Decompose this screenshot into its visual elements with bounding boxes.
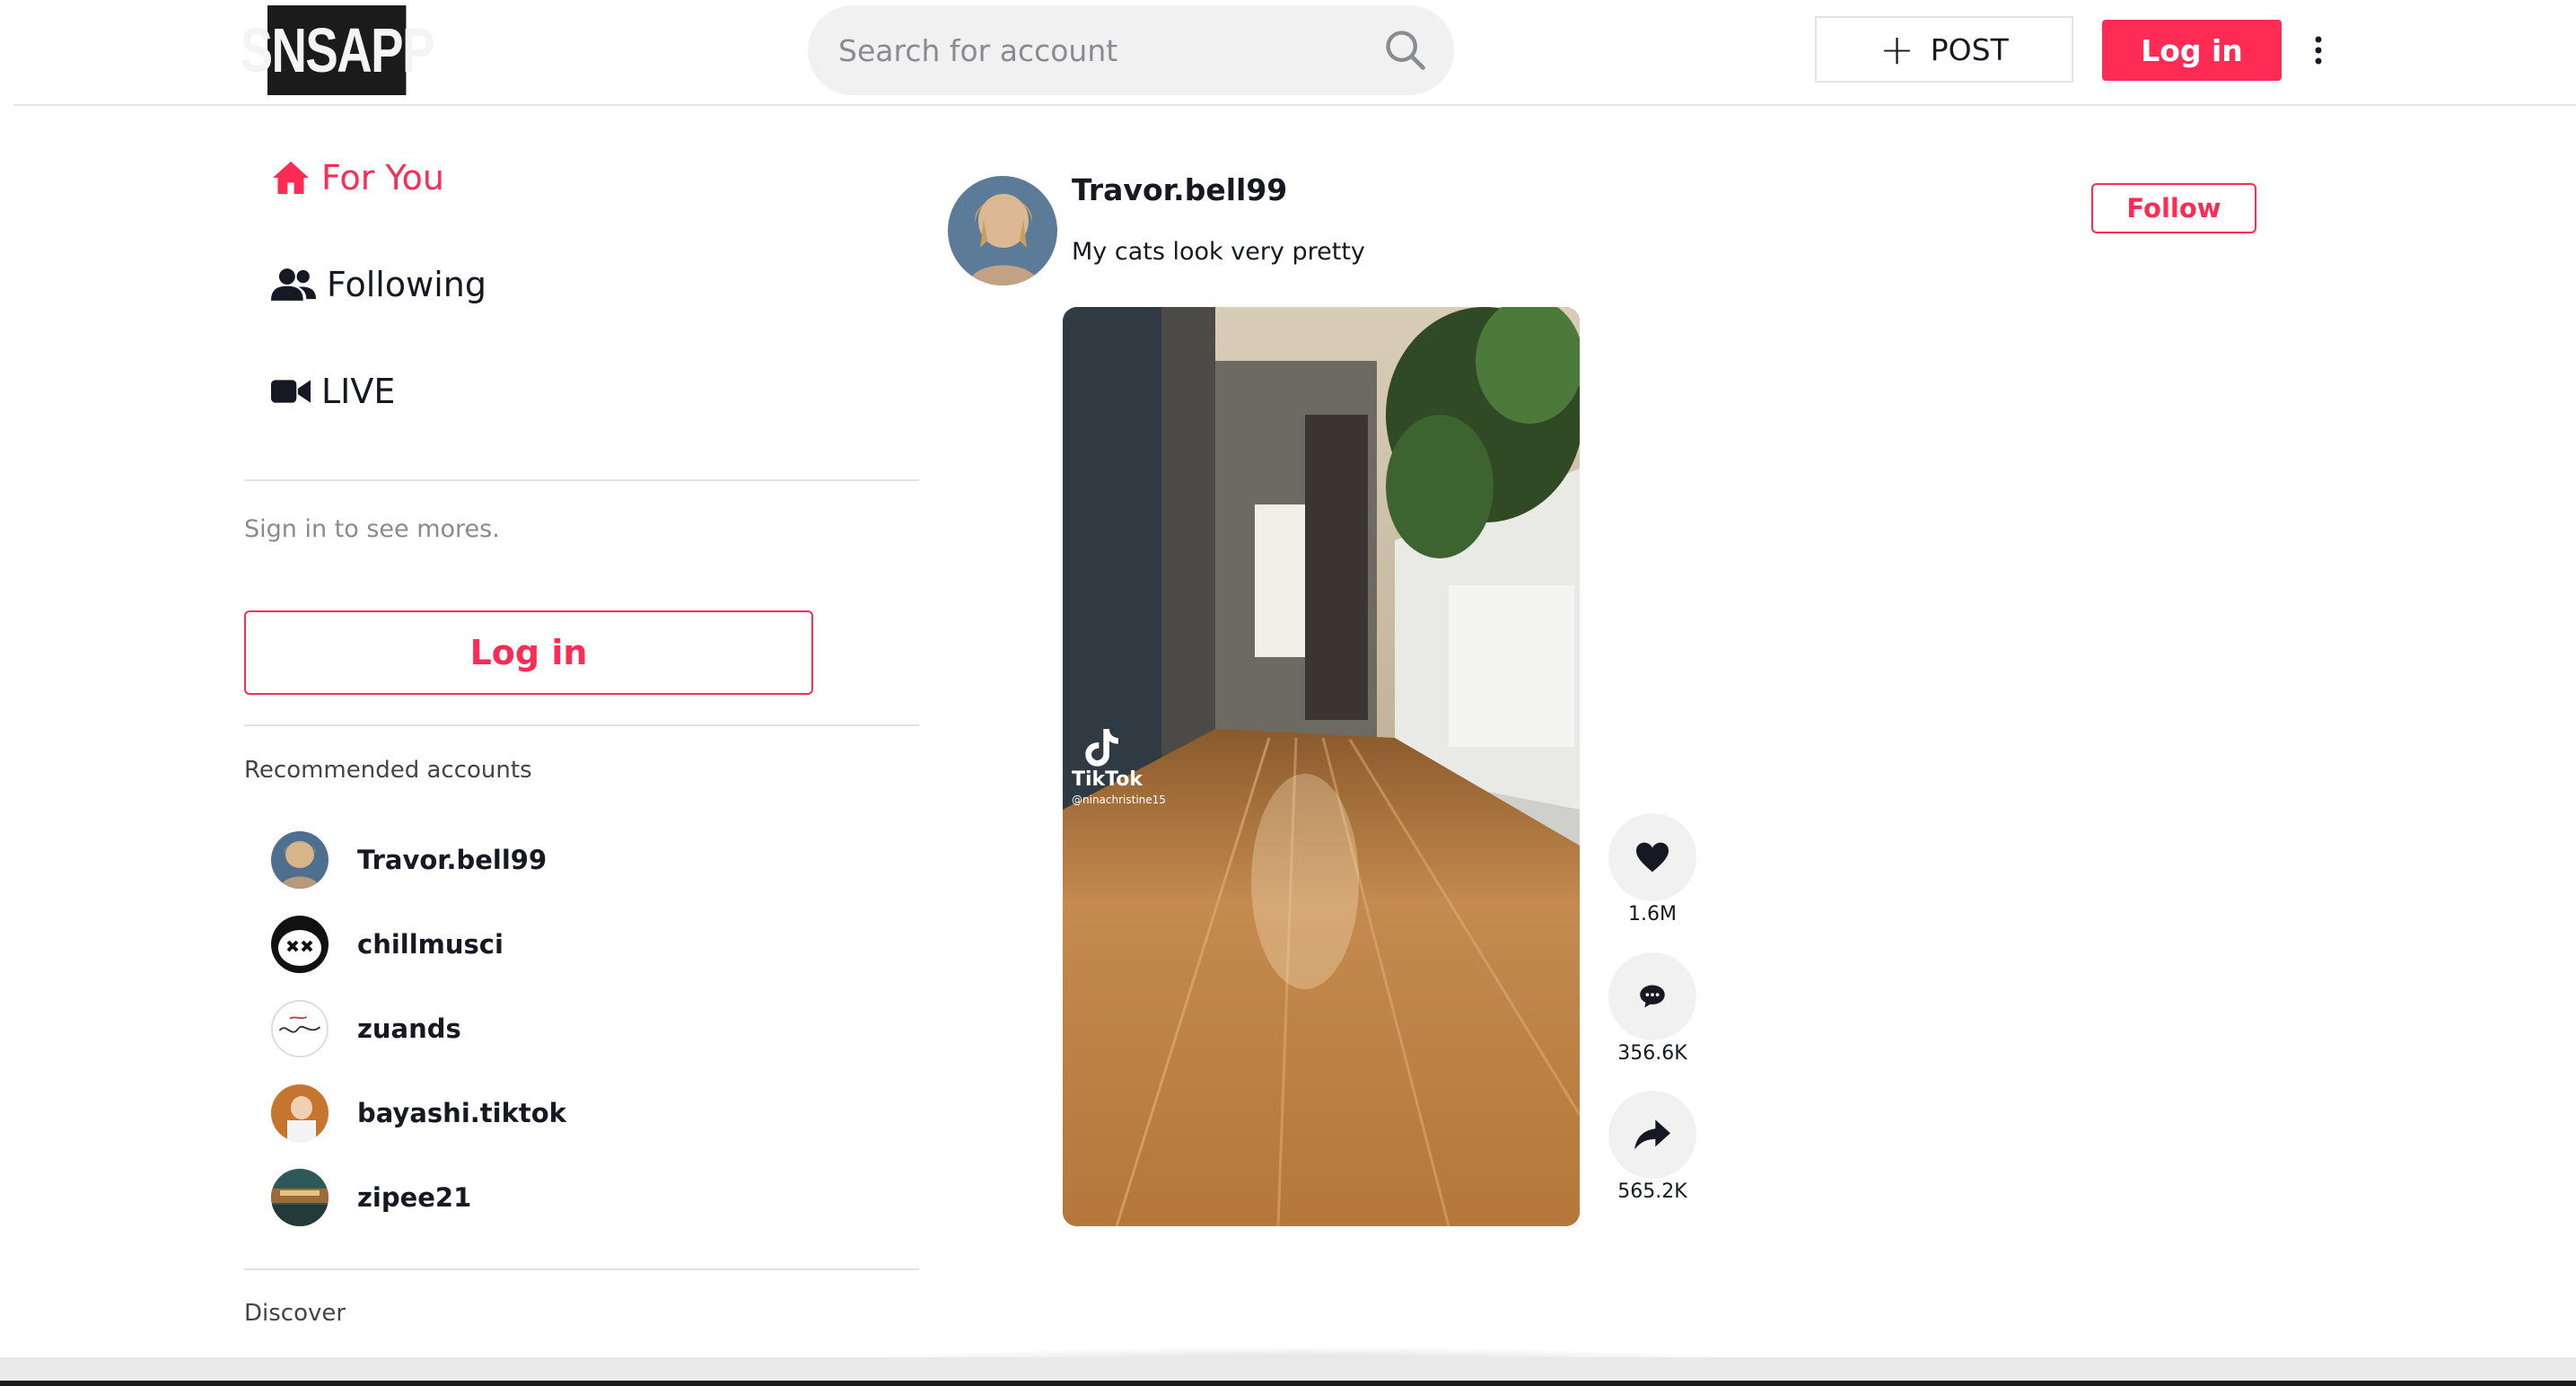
post-button[interactable]: + POST <box>1815 16 2073 83</box>
nav-label: Following <box>327 265 486 304</box>
comment-button[interactable] <box>1608 952 1696 1040</box>
window-edge <box>0 1381 2576 1386</box>
like-count: 1.6M <box>1628 903 1677 925</box>
nav-following[interactable]: Following <box>271 265 486 304</box>
search-input[interactable] <box>837 31 1343 69</box>
discover-title: Discover <box>244 1300 346 1327</box>
account-name: bayashi.tiktok <box>357 1098 566 1128</box>
avatar <box>271 1000 329 1057</box>
account-name: Travor.bell99 <box>357 845 548 875</box>
users-icon <box>271 268 316 301</box>
video-camera-icon <box>271 380 311 403</box>
post-username[interactable]: Travor.bell99 <box>1072 172 1287 207</box>
account-name: chillmusci <box>357 929 504 960</box>
video-frame <box>1063 307 1580 1226</box>
account-name: zipee21 <box>357 1182 472 1213</box>
avatar <box>271 1084 329 1142</box>
avatar <box>271 1169 329 1226</box>
like-button[interactable] <box>1608 813 1696 901</box>
signin-prompt: Sign in to see mores. <box>244 515 500 543</box>
post-button-label: POST <box>1930 31 2009 67</box>
recommended-accounts-title: Recommended accounts <box>244 757 532 784</box>
sidebar-login-button[interactable]: Log in <box>244 610 813 695</box>
app-logo[interactable]: SNSAPP <box>241 5 434 95</box>
avatar <box>271 916 329 973</box>
watermark-brand: TikTok <box>1072 768 1143 791</box>
sidebar-divider <box>244 479 919 481</box>
more-options-icon[interactable] <box>2312 34 2325 66</box>
heart-icon <box>1636 842 1669 873</box>
post-author-avatar[interactable] <box>948 176 1057 285</box>
header-login-button[interactable]: Log in <box>2102 20 2282 81</box>
post-caption: My cats look very pretty <box>1072 238 1365 266</box>
watermark-handle: @ninachristine15 <box>1072 794 1166 806</box>
recommended-account[interactable]: zipee21 <box>271 1168 471 1227</box>
follow-button[interactable]: Follow <box>2091 183 2256 233</box>
plus-icon: + <box>1879 25 1914 74</box>
comment-icon <box>1640 985 1665 1008</box>
sidebar-divider <box>244 724 919 726</box>
recommended-account[interactable]: chillmusci <box>271 915 504 974</box>
nav-label: For You <box>321 158 444 197</box>
nav-live[interactable]: LIVE <box>271 372 395 411</box>
search-bar[interactable] <box>808 5 1454 95</box>
recommended-account[interactable]: bayashi.tiktok <box>271 1083 566 1143</box>
home-icon <box>273 161 309 195</box>
share-icon <box>1634 1119 1670 1150</box>
avatar <box>271 831 329 889</box>
account-name: zuands <box>357 1013 461 1044</box>
recommended-account[interactable]: zuands <box>271 999 461 1058</box>
share-count: 565.2K <box>1617 1180 1687 1203</box>
video-player[interactable]: TikTok @ninachristine15 <box>1063 307 1580 1226</box>
search-icon[interactable] <box>1382 27 1429 74</box>
recommended-account[interactable]: Travor.bell99 <box>271 830 547 890</box>
share-button[interactable] <box>1608 1091 1696 1179</box>
nav-label: LIVE <box>321 372 396 411</box>
sidebar-divider <box>244 1268 919 1270</box>
nav-for-you[interactable]: For You <box>271 158 444 197</box>
comment-count: 356.6K <box>1617 1042 1687 1065</box>
tiktok-logo-icon <box>1085 729 1118 767</box>
